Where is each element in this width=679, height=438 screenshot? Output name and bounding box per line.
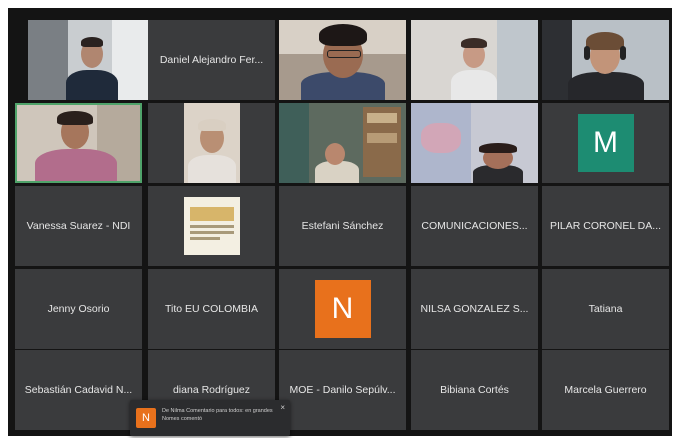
participant-name: PILAR CORONEL DA... [549,220,662,232]
participant-name: Jenny Osorio [47,303,110,315]
participant-video [411,20,538,100]
participant-name: MOE - Danilo Sepúlv... [289,384,396,396]
close-icon[interactable]: × [280,403,285,412]
participant-logo [183,197,240,255]
video-tile[interactable]: Daniel Alejandro Fer... [148,20,275,100]
participant-video [279,20,406,100]
video-tile[interactable]: NILSA GONZALEZ S... [411,269,538,349]
video-tile[interactable]: N [279,269,406,349]
participant-video [148,103,275,183]
participant-video [17,105,140,181]
video-tile[interactable]: Bibiana Cortés [411,350,538,430]
video-tile[interactable]: Estefani Sánchez [279,186,406,266]
participant-avatar: M [577,114,634,172]
participant-name: Tatiana [588,303,623,315]
video-tile[interactable] [28,20,155,100]
participant-name: Vanessa Suarez - NDI [26,220,131,232]
participant-name: Estefani Sánchez [301,220,384,232]
video-tile[interactable]: PILAR CORONEL DA... [542,186,669,266]
participant-video [279,103,406,183]
video-grid: Daniel Alejandro Fer... M Vanessa Suarez… [8,8,672,436]
participant-name: Tito EU COLOMBIA [165,303,258,315]
participant-name: Bibiana Cortés [440,384,509,396]
participant-name: NILSA GONZALEZ S... [420,303,529,315]
video-tile[interactable]: Sebastián Cadavid N... [15,350,142,430]
video-tile[interactable]: Marcela Guerrero [542,350,669,430]
video-tile[interactable]: Tito EU COLOMBIA [148,269,275,349]
video-tile[interactable]: Jenny Osorio [15,269,142,349]
participant-video [411,103,538,183]
video-tile[interactable] [411,103,538,183]
participant-avatar: N [314,280,371,338]
participant-video [542,20,669,100]
chat-notification[interactable]: N De Nilma Comentario para todos: en gra… [130,400,290,436]
participant-video [28,20,155,100]
sender-avatar-icon: N [136,408,156,428]
participant-name: Sebastián Cadavid N... [24,384,133,396]
participant-name: diana Rodríguez [172,384,251,396]
notification-message: De Nilma Comentario para todos: en grand… [162,408,273,422]
video-tile[interactable] [279,20,406,100]
video-tile-active-speaker[interactable] [15,103,142,183]
video-tile[interactable]: Tatiana [542,269,669,349]
video-tile[interactable] [542,20,669,100]
video-tile[interactable] [148,103,275,183]
participant-name: COMUNICACIONES... [421,220,528,232]
video-tile[interactable]: COMUNICACIONES... [411,186,538,266]
video-tile[interactable]: Vanessa Suarez - NDI [15,186,142,266]
video-tile[interactable]: MOE - Danilo Sepúlv... [279,350,406,430]
participant-name: Marcela Guerrero [564,384,647,396]
video-tile[interactable] [279,103,406,183]
video-tile[interactable] [411,20,538,100]
video-tile[interactable] [148,186,275,266]
participant-name: Daniel Alejandro Fer... [159,54,264,66]
video-tile[interactable]: M [542,103,669,183]
